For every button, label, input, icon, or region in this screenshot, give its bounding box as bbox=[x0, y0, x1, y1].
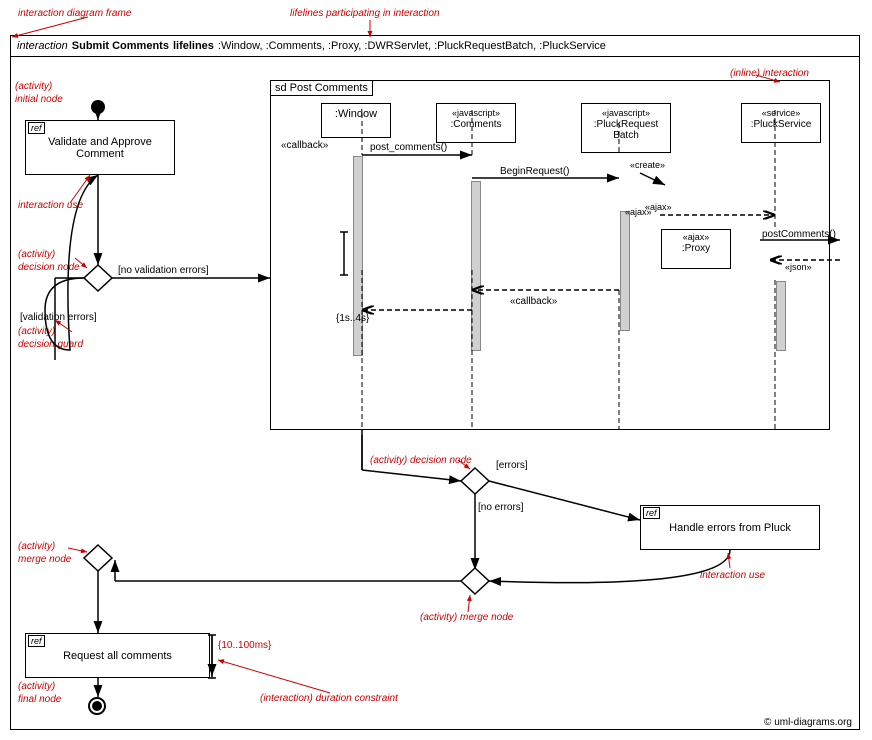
proxy-stereotype: «ajax» bbox=[683, 232, 710, 242]
lifeline-pluck-service: «service» :PluckService bbox=[741, 103, 821, 143]
initial-node bbox=[91, 100, 105, 114]
handle-errors-ref-text: Handle errors from Pluck bbox=[669, 522, 791, 534]
request-ref-box: ref Request all comments bbox=[25, 633, 210, 678]
lifeline-comments-stereotype: «javascript» bbox=[452, 108, 500, 118]
activation-bar-pluck-service bbox=[776, 281, 786, 351]
request-ref-text: Request all comments bbox=[63, 650, 172, 662]
annot-interaction-use-1: interaction use bbox=[18, 200, 83, 211]
header-bar: interaction Submit Comments lifelines :W… bbox=[10, 35, 860, 57]
duration-constraint-label: {1s..4s} bbox=[336, 313, 369, 324]
annot-interaction-use-2: interaction use bbox=[700, 570, 765, 581]
annot-merge-node-1: (activity)merge node bbox=[18, 540, 71, 566]
diagram-container: interaction Submit Comments lifelines :W… bbox=[0, 0, 872, 740]
sd-frame: sd Post Comments :Window «javascript» :C… bbox=[270, 80, 830, 430]
activation-bar-pluck-batch bbox=[620, 211, 630, 331]
activation-bar-window bbox=[353, 156, 363, 356]
lifeline-window: :Window bbox=[321, 103, 391, 138]
proxy-text: :Proxy bbox=[682, 243, 710, 254]
ref-label-request: ref bbox=[28, 635, 45, 647]
header-title: Submit Comments bbox=[72, 40, 169, 52]
duration-constraint-request: {10..100ms} bbox=[218, 640, 271, 651]
ref-label-errors: ref bbox=[643, 507, 660, 519]
lifelines-text: :Window, :Comments, :Proxy, :DWRServlet,… bbox=[218, 40, 606, 52]
annot-activity-decision-node-1: (activity)decision node bbox=[18, 248, 80, 274]
annot-activity-decision-node-2: (activity) decision node bbox=[370, 455, 472, 466]
final-node-inner bbox=[92, 701, 102, 711]
lifeline-window-text: :Window bbox=[335, 108, 377, 120]
lifeline-comments: «javascript» :Comments bbox=[436, 103, 516, 143]
annot-decision-guard: (activity)decision guard bbox=[18, 325, 83, 351]
final-node bbox=[88, 697, 106, 715]
annot-final-node: (activity)final node bbox=[18, 680, 61, 706]
lifeline-pluck-batch: «javascript» :PluckRequestBatch bbox=[581, 103, 671, 153]
ref-label-validate: ref bbox=[28, 122, 45, 134]
annot-initial-node: (activity)initial node bbox=[15, 80, 63, 106]
lifeline-comments-text: :Comments bbox=[450, 119, 501, 130]
annot-interaction-diagram-frame: interaction diagram frame bbox=[18, 8, 131, 19]
lifelines-keyword: lifelines bbox=[173, 40, 214, 52]
handle-errors-ref-box: ref Handle errors from Pluck bbox=[640, 505, 820, 550]
lifeline-pluck-service-text: :PluckService bbox=[751, 119, 812, 130]
proxy-box: «ajax» :Proxy bbox=[661, 229, 731, 269]
interaction-keyword: interaction bbox=[17, 40, 68, 52]
annot-inline-interaction: (inline) interaction bbox=[730, 68, 809, 79]
annot-duration-constraint: (interaction) duration constraint bbox=[260, 693, 398, 704]
copyright: © uml-diagrams.org bbox=[764, 717, 852, 728]
validate-ref-box: ref Validate and Approve Comment bbox=[25, 120, 175, 175]
activation-bar-comments bbox=[471, 181, 481, 351]
annot-lifelines-participating: lifelines participating in interaction bbox=[290, 8, 440, 19]
lifeline-pluck-batch-stereotype: «javascript» bbox=[602, 108, 650, 118]
annot-merge-node-2: (activity) merge node bbox=[420, 612, 513, 623]
validate-ref-text: Validate and Approve Comment bbox=[26, 136, 174, 160]
sd-label: sd Post Comments bbox=[271, 81, 373, 96]
lifeline-pluck-batch-text: :PluckRequestBatch bbox=[594, 119, 658, 141]
lifeline-pluck-service-stereotype: «service» bbox=[762, 108, 801, 118]
